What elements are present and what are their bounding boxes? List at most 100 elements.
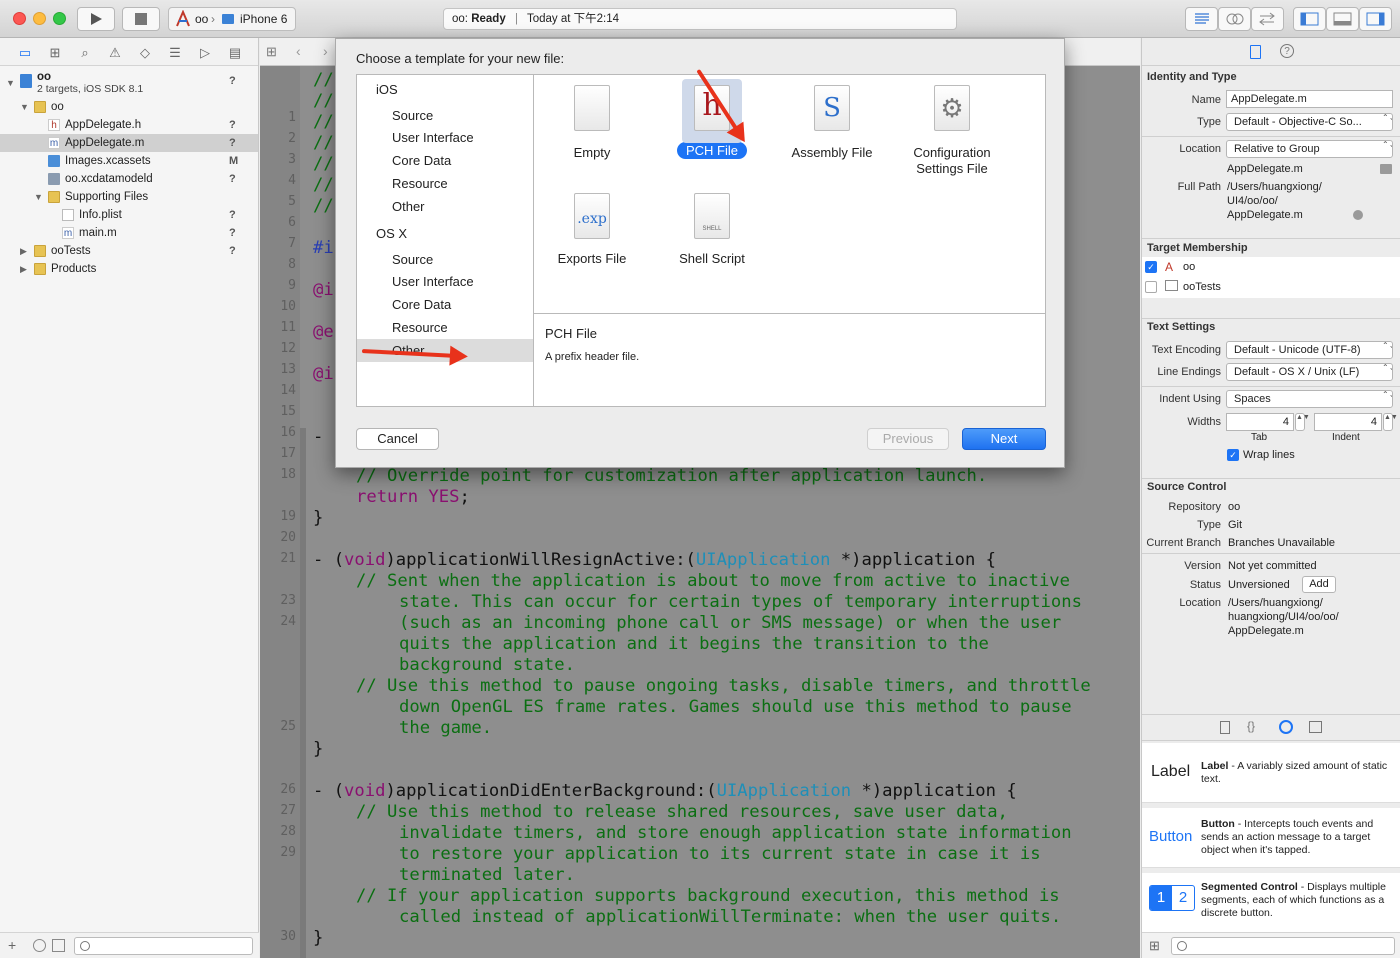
version-label: Version [1184,560,1221,572]
next-button[interactable]: Next [962,428,1046,450]
category-ios-other[interactable]: Other [357,195,533,218]
toggle-debug-button[interactable] [1326,7,1359,31]
checkbox-unchecked-icon[interactable] [1145,281,1157,293]
indent-width-stepper[interactable]: ▲▼ [1383,413,1398,431]
warning-icon[interactable]: ⚠ [107,45,123,61]
library-filter-input[interactable] [1171,937,1395,955]
category-ios-resource[interactable]: Resource [357,172,533,195]
disclosure-open-icon[interactable]: ▼ [6,74,15,92]
scheme-selector[interactable]: oo › iPhone 6 [168,7,296,31]
library-item-segmented-control[interactable]: 1 2 Segmented Control - Displays multipl… [1142,873,1400,933]
test-icon[interactable]: ◇ [137,45,153,61]
recent-files-icon[interactable] [33,939,46,952]
symbol-navigator-icon[interactable]: ⊞ [47,45,63,61]
category-osx-source[interactable]: Source [357,248,533,271]
file-type-select[interactable]: Default - Objective-C So... [1226,113,1393,131]
location-select[interactable]: Relative to Group [1226,140,1393,158]
media-library-icon[interactable] [1309,721,1322,733]
zoom-window-button[interactable] [53,12,66,25]
back-arrow-icon[interactable]: ‹ [296,43,301,59]
navigator-selector-bar: ▭ ⊞ ⌕ ⚠ ◇ ☰ ▷ ▤ [0,38,258,66]
toggle-navigator-button[interactable] [1293,7,1326,31]
type-label: Type [1197,116,1221,128]
category-osx-user-interface[interactable]: User Interface [357,270,533,293]
category-ios-core-data[interactable]: Core Data [357,149,533,172]
folder-icon[interactable]: ▭ [17,45,33,61]
code-folding-ribbon[interactable] [300,428,306,958]
category-osx-core-data[interactable]: Core Data [357,293,533,316]
group-row-ootests[interactable]: ▶ ooTests ? [0,242,258,260]
category-ios-source[interactable]: Source [357,104,533,127]
forward-arrow-icon[interactable]: › [323,43,328,59]
library-item-button[interactable]: Button Button - Intercepts touch events … [1142,808,1400,868]
template-configuration-settings[interactable]: ⚙ Configuration Settings File [897,85,1007,177]
standard-editor-button[interactable] [1185,7,1218,31]
file-template-library-icon[interactable] [1220,721,1230,734]
status-badge: ? [229,75,236,87]
add-button[interactable]: Add [1302,576,1336,593]
library-item-label[interactable]: Label Label - A variably sized amount of… [1142,743,1400,803]
toggle-utilities-button[interactable] [1359,7,1392,31]
add-icon[interactable]: + [8,937,16,953]
project-row[interactable]: ▼ oo 2 targets, iOS SDK 8.1 ? [0,70,258,96]
code-snippet-library-icon[interactable]: {} [1247,719,1255,733]
indent-using-select[interactable]: Spaces [1226,390,1393,408]
quick-help-icon[interactable]: ? [1280,44,1294,58]
minimize-window-button[interactable] [33,12,46,25]
template-shell-script[interactable]: SHELL Shell Script [657,193,767,266]
status-value: Unversioned [1228,579,1290,591]
template-empty[interactable]: Empty [537,85,647,160]
version-editor-button[interactable] [1251,7,1284,31]
grid-view-icon[interactable]: ⊞ [1149,938,1160,954]
object-library-icon[interactable] [1279,720,1293,734]
file-row-xcdatamodeld[interactable]: oo.xcdatamodeld ? [0,170,258,188]
file-inspector-icon[interactable] [1250,45,1261,59]
file-row-main-m[interactable]: m main.m ? [0,224,258,242]
tab-width-field[interactable]: 4 [1226,413,1294,431]
folder-icon [34,245,46,257]
source-control-filter-icon[interactable] [52,939,65,952]
navigator-filter-input[interactable] [74,937,253,955]
reveal-arrow-icon[interactable] [1353,210,1363,220]
template-assembly-file[interactable]: S Assembly File [777,85,887,160]
indent-width-field[interactable]: 4 [1314,413,1382,431]
category-osx-resource[interactable]: Resource [357,316,533,339]
close-window-button[interactable] [13,12,26,25]
checkbox-checked-icon[interactable]: ✓ [1145,261,1157,273]
assistant-editor-button[interactable] [1218,7,1251,31]
file-name-field[interactable]: AppDelegate.m [1226,90,1393,108]
tab-width-stepper[interactable]: ▲▼ [1295,413,1310,431]
breakpoint-icon[interactable]: ▷ [197,45,213,61]
template-label: Empty [573,145,611,160]
related-items-icon[interactable]: ⊞ [266,44,277,60]
file-row-images[interactable]: Images.xcassets M [0,152,258,170]
indent-using-label: Indent Using [1159,393,1221,405]
debug-icon[interactable]: ☰ [167,45,183,61]
group-row-oo[interactable]: ▼ oo [0,98,258,116]
template-exports-file[interactable]: .exp Exports File [537,193,647,266]
template-label: Shell Script [679,251,745,266]
device-icon [222,14,234,24]
file-row-appdelegate-m[interactable]: m AppDelegate.m ? [0,134,258,152]
line-endings-select[interactable]: Default - OS X / Unix (LF) [1226,363,1393,381]
cancel-button[interactable]: Cancel [356,428,439,450]
stop-button[interactable] [122,7,160,31]
navigator-filter-bar: + [0,932,259,958]
checkbox-checked-icon[interactable]: ✓ [1227,449,1239,461]
text-encoding-select[interactable]: Default - Unicode (UTF-8) [1226,341,1393,359]
run-button[interactable] [77,7,115,31]
folder-icon[interactable] [1380,164,1392,174]
line-number: 10 [280,299,296,314]
disclosure-closed-icon[interactable]: ▶ [20,260,27,278]
file-row-info-plist[interactable]: Info.plist ? [0,206,258,224]
disclosure-open-icon[interactable]: ▼ [34,188,43,206]
category-ios-user-interface[interactable]: User Interface [357,126,533,149]
file-row-appdelegate-h[interactable]: h AppDelegate.h ? [0,116,258,134]
previous-button[interactable]: Previous [867,428,949,450]
report-icon[interactable]: ▤ [227,45,243,61]
disclosure-open-icon[interactable]: ▼ [20,98,29,116]
disclosure-closed-icon[interactable]: ▶ [20,242,27,260]
search-icon[interactable]: ⌕ [77,45,93,61]
group-row-supporting-files[interactable]: ▼ Supporting Files [0,188,258,206]
group-row-products[interactable]: ▶ Products [0,260,258,278]
